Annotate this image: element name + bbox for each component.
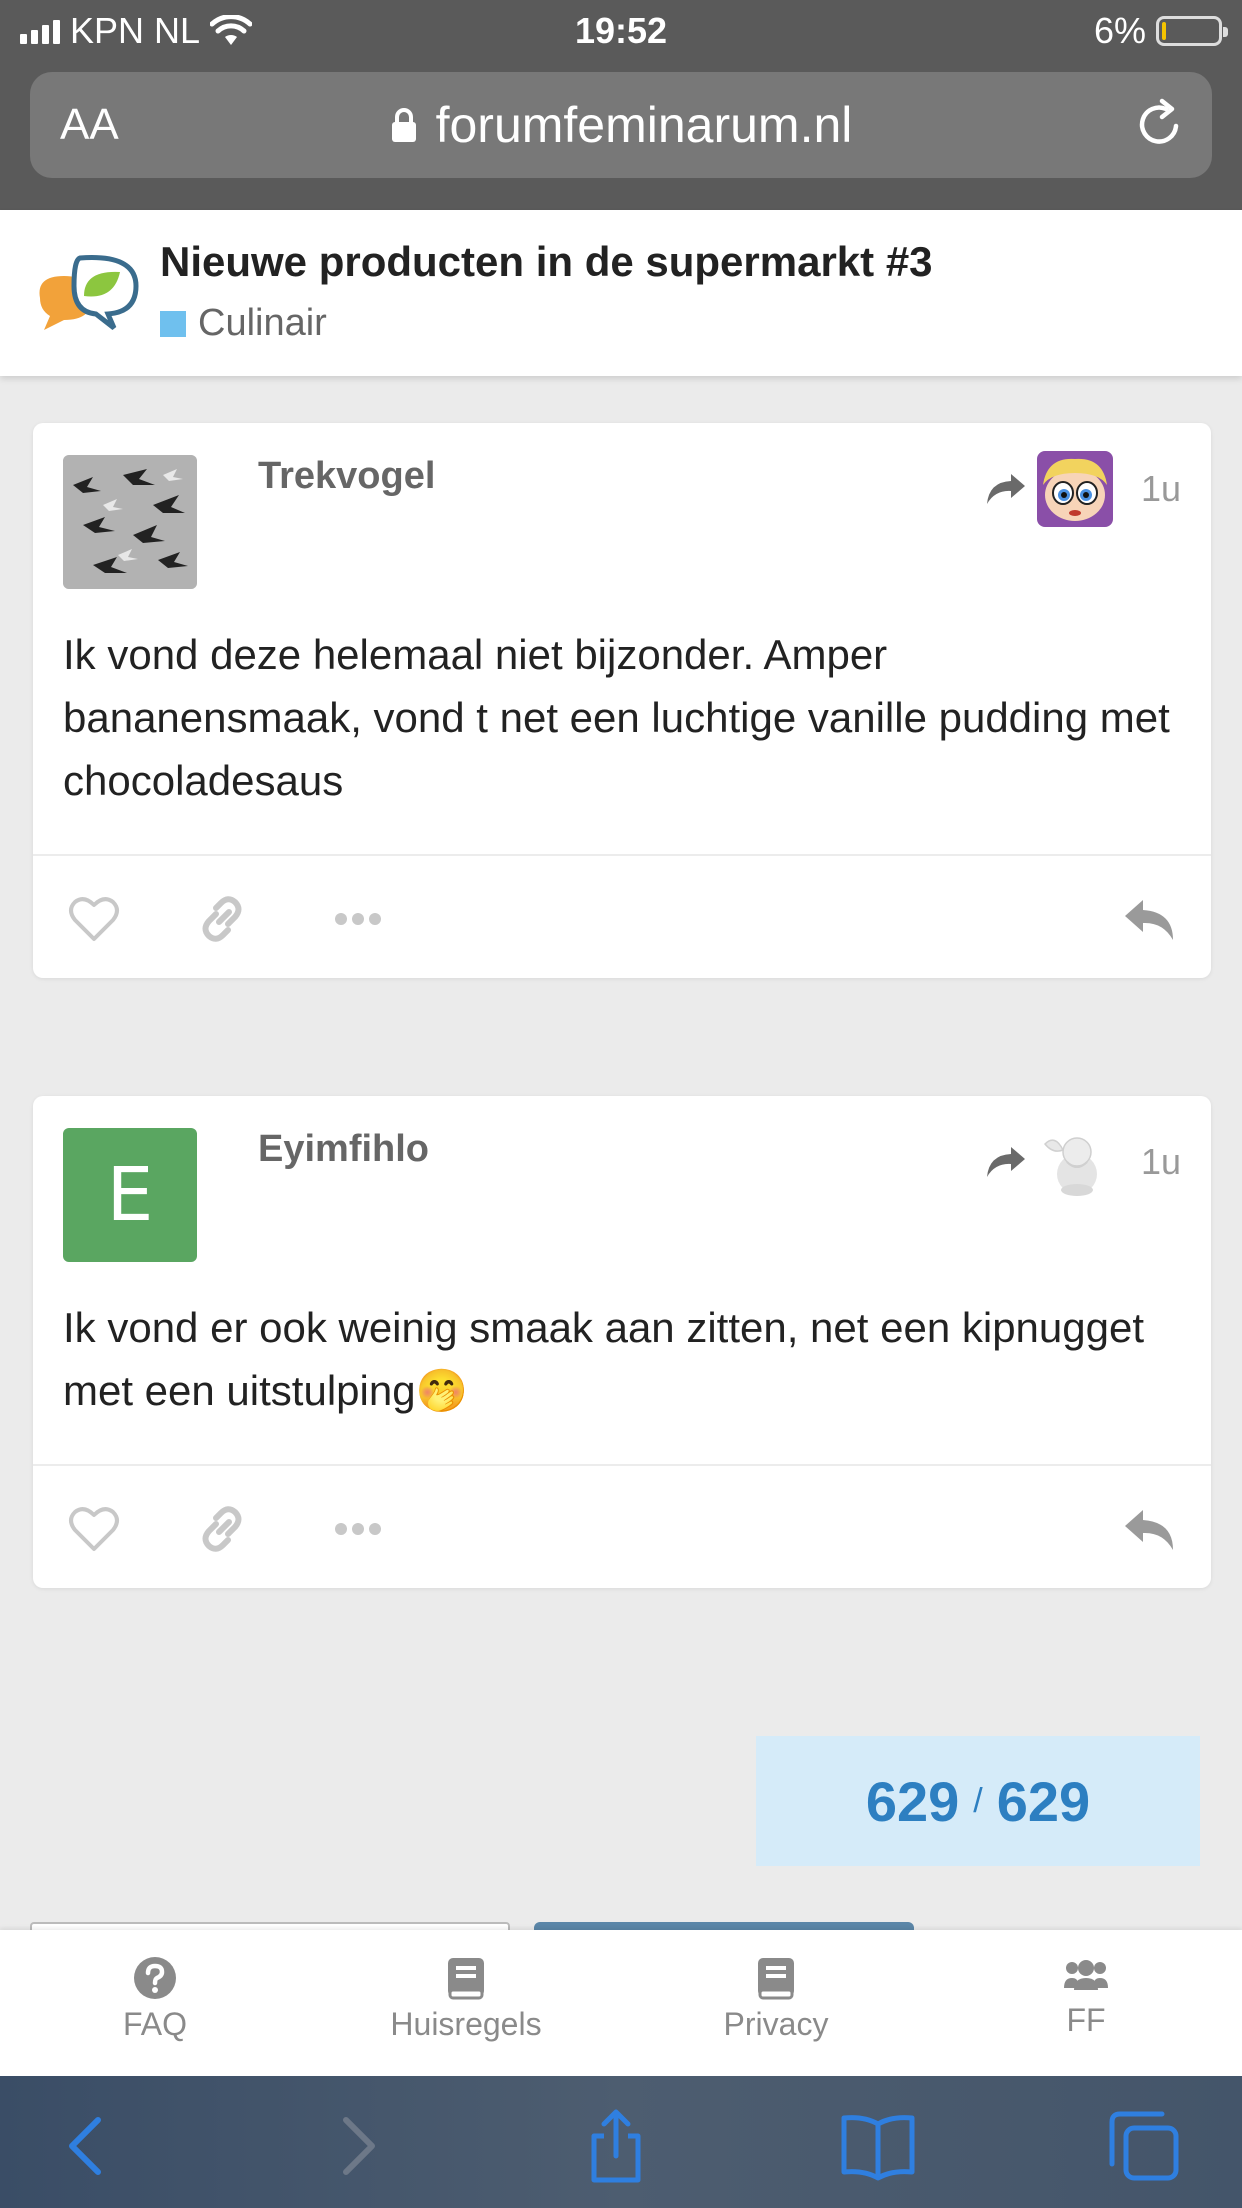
topic-header: Nieuwe producten in de supermarkt #3 Cul… [0, 210, 1242, 376]
book-icon [758, 1958, 794, 2000]
reply-icon[interactable] [1123, 892, 1177, 946]
lock-icon [391, 108, 416, 142]
book-icon [448, 1958, 484, 2000]
footer-label: Huisregels [390, 2006, 542, 2042]
reply-to-indicator[interactable]: 1u [985, 1124, 1181, 1200]
reply-to-avatar[interactable] [1036, 1124, 1113, 1200]
progress-total: 629 [996, 1769, 1091, 1833]
share-icon[interactable] [576, 2106, 656, 2186]
like-heart-icon[interactable] [67, 892, 121, 946]
reply-arrow-icon [986, 1147, 1025, 1177]
more-options-icon[interactable] [331, 892, 385, 946]
footer-label: FF [1066, 2002, 1106, 2038]
post-body: Ik vond deze helemaal niet bijzonder. Am… [63, 631, 1170, 804]
topic-progress[interactable]: 629 / 629 [756, 1736, 1200, 1866]
category-badge[interactable]: Culinair [160, 302, 327, 345]
battery-icon [1156, 16, 1228, 46]
footer-label: Privacy [723, 2006, 829, 2042]
reply-arrow-icon [986, 474, 1025, 504]
reload-icon[interactable] [1132, 96, 1188, 152]
battery-percent: 6% [1093, 10, 1146, 51]
footer-link-privacy[interactable]: Privacy [676, 1956, 876, 2043]
post-username[interactable]: Eyimfihlo [258, 1128, 429, 1171]
post-card: E Eyimfihlo 1u Ik vond er ook weinig sma… [33, 1096, 1211, 1588]
footer-link-ff[interactable]: FF [986, 1956, 1186, 2039]
reply-to-indicator[interactable]: 1u [985, 451, 1181, 527]
link-icon[interactable] [195, 892, 249, 946]
progress-current: 629 [865, 1769, 960, 1833]
category-label: Culinair [198, 302, 327, 344]
avatar[interactable]: E [63, 1128, 197, 1262]
avatar[interactable] [63, 455, 197, 589]
address-bar[interactable]: AA forumfeminarum.nl [30, 72, 1212, 178]
progress-separator: / [973, 1781, 983, 1820]
users-icon [1064, 1960, 1108, 1990]
footer-nav: FAQ Huisregels Privacy FF [0, 1930, 1242, 2076]
footer-label: FAQ [122, 2006, 187, 2042]
more-options-icon[interactable] [331, 1502, 385, 1556]
url-field[interactable]: forumfeminarum.nl [30, 96, 1212, 154]
browser-toolbar [0, 2076, 1242, 2208]
forum-logo-icon[interactable] [30, 246, 142, 346]
tabs-icon[interactable] [1104, 2106, 1184, 2186]
footer-link-faq[interactable]: FAQ [55, 1956, 255, 2043]
post-username[interactable]: Trekvogel [258, 455, 435, 498]
topic-title[interactable]: Nieuwe producten in de supermarkt #3 [160, 238, 933, 286]
post-actions [33, 854, 1211, 978]
post-body: Ik vond er ook weinig smaak aan zitten, … [63, 1304, 1145, 1414]
avatar-letter: E [106, 1152, 154, 1238]
footer-link-huisregels[interactable]: Huisregels [366, 1956, 566, 2043]
url-text: forumfeminarum.nl [435, 97, 853, 153]
bookmarks-icon[interactable] [838, 2106, 918, 2186]
link-icon[interactable] [195, 1502, 249, 1556]
post-date[interactable]: 1u [1141, 468, 1181, 510]
reply-icon[interactable] [1123, 1502, 1177, 1556]
question-circle-icon [134, 1957, 176, 1999]
forward-icon[interactable] [316, 2106, 396, 2186]
reply-to-avatar[interactable] [1036, 451, 1113, 527]
category-color-swatch [160, 310, 186, 337]
clock: 19:52 [574, 10, 668, 51]
post-actions [33, 1464, 1211, 1588]
post-date[interactable]: 1u [1141, 1141, 1181, 1183]
browser-chrome: KPN NL 19:52 6% AA forumfeminarum.nl [0, 0, 1242, 210]
status-bar: KPN NL 19:52 6% [0, 0, 1242, 62]
post-card: Trekvogel 1u Ik vond deze helemaal niet … [33, 423, 1211, 978]
back-icon[interactable] [48, 2106, 128, 2186]
like-heart-icon[interactable] [67, 1502, 121, 1556]
